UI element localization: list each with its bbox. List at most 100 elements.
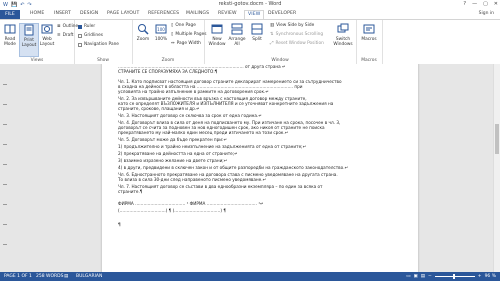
new-window-button[interactable]: New Window	[208, 23, 226, 47]
scrollbar-thumb[interactable]	[495, 124, 499, 154]
proofing-icon[interactable]: ▤	[64, 274, 68, 279]
print-layout-status-icon[interactable]: ▣	[413, 274, 417, 279]
page-width-button[interactable]: ↔ Page Width	[171, 41, 201, 46]
tab-references[interactable]: REFERENCES	[148, 11, 179, 16]
ruler-checkbox[interactable]: Ruler	[78, 24, 95, 29]
doc-line[interactable]: СТРАНИТЕ СЕ СПОРАЗУМЯХА ЗА СЛЕДНОТО:¶	[118, 69, 402, 74]
split-label: Split	[252, 37, 262, 42]
page-count[interactable]: PAGE 1 OF 1	[4, 274, 32, 279]
tab-design[interactable]: DESIGN	[80, 11, 98, 16]
multiple-pages-label: Multiple Pages	[175, 32, 207, 37]
sync-scroll-button[interactable]: ⇅ Synchronous Scrolling	[270, 32, 323, 37]
help-button[interactable]: ?	[463, 1, 466, 7]
close-button[interactable]: ✕	[494, 1, 498, 7]
navigation-pane-checkbox[interactable]: Navigation Pane	[78, 42, 119, 47]
switch-windows-button[interactable]: Switch Windows	[332, 23, 354, 47]
tab-home[interactable]: HOME	[30, 11, 44, 16]
zoom-slider[interactable]	[434, 274, 475, 279]
ruler-tick	[3, 244, 7, 245]
gridlines-check-icon	[78, 33, 82, 38]
tab-developer[interactable]: DEVELOPER	[268, 11, 296, 16]
zoom-out-icon[interactable]: −	[428, 274, 432, 279]
doc-line[interactable]: 1) продължително и трайно неизпълнение н…	[118, 144, 402, 149]
doc-line[interactable]: ¶	[118, 222, 402, 227]
zoom-label: Zoom	[136, 37, 150, 42]
zoom-button[interactable]: Zoom	[134, 23, 152, 42]
tab-file[interactable]: FILE	[0, 10, 20, 19]
vertical-scrollbar[interactable]	[493, 64, 500, 272]
tab-mailings[interactable]: MAILINGS	[186, 11, 209, 16]
doc-line[interactable]: условията на трайно изпълнение в рамките…	[118, 89, 402, 94]
tab-view[interactable]: VIEW	[244, 10, 265, 19]
macros-button[interactable]: Macros	[360, 23, 378, 42]
doc-line[interactable]: Чл. 5. Договорът може да бъде прекратен …	[118, 137, 402, 142]
print-layout-button[interactable]: Print Layout	[19, 23, 39, 57]
zoom-in-icon[interactable]: +	[478, 274, 482, 279]
zoom-level[interactable]: 96 %	[485, 274, 496, 279]
document-page[interactable]: ……………………………………………………………………………… от друга …	[102, 64, 418, 272]
read-mode-status-icon[interactable]: ▭	[406, 274, 410, 279]
language[interactable]: BULGARIAN	[76, 274, 102, 279]
ribbon-tabs: FILE HOME INSERT DESIGN PAGE LAYOUT REFE…	[0, 10, 500, 19]
switch-windows-icon	[337, 23, 349, 33]
navigation-pane-label: Navigation Pane	[84, 42, 119, 47]
new-window-label: New Window	[208, 37, 226, 47]
read-mode-button[interactable]: Read Mode	[1, 23, 19, 47]
tab-insert[interactable]: INSERT	[54, 11, 71, 16]
tab-review[interactable]: REVIEW	[218, 11, 237, 16]
zoom-100-label: 100%	[154, 37, 168, 42]
web-layout-label: Web Layout	[39, 37, 55, 47]
zoom-slider-knob[interactable]	[452, 274, 455, 279]
tab-page-layout[interactable]: PAGE LAYOUT	[107, 11, 139, 16]
ribbon: Read Mode Print Layout Web Layout ≣ Outli…	[0, 19, 500, 65]
draft-icon: ≡	[57, 33, 61, 38]
print-layout-icon	[24, 24, 34, 36]
macros-label: Macros	[361, 37, 377, 42]
doc-line[interactable]: Чл. 3. Настоящият договор се сключва за …	[118, 113, 402, 118]
gridlines-label: Gridlines	[84, 33, 104, 38]
arrange-all-button[interactable]: Arrange All	[228, 23, 246, 47]
ruler-check-icon	[78, 24, 82, 29]
word-count[interactable]: 258 WORDS	[36, 274, 63, 279]
doc-line[interactable]: прекратяването му най-малко един месец п…	[118, 130, 402, 135]
gridlines-checkbox[interactable]: Gridlines	[78, 33, 103, 38]
draft-button[interactable]: ≡ Draft	[57, 33, 73, 38]
page-width-label: Page Width	[176, 41, 201, 46]
doc-line[interactable]: (……………………………) ¶ (……………………………) ¶	[118, 208, 402, 213]
zoom-group-label: Zoom	[161, 58, 175, 63]
doc-line[interactable]: 4) в други, предвидени в сключен закон и…	[118, 165, 402, 170]
maximize-button[interactable]: ▢	[483, 1, 488, 7]
ruler-tick	[3, 224, 7, 225]
doc-line[interactable]: страните.¶	[118, 189, 402, 194]
split-icon	[251, 23, 263, 35]
view-side-by-side-button[interactable]: ▥ View Side by Side	[270, 23, 314, 28]
doc-line[interactable]: То влиза в сила 30-дни след направеното …	[118, 177, 402, 182]
doc-line[interactable]: ФИРМА ……………………………… ¹ ФИРМА ……………………………… …	[118, 201, 402, 206]
web-layout-icon	[41, 24, 53, 34]
zoom-100-icon: 100	[155, 24, 167, 34]
multiple-pages-button[interactable]: ▯ Multiple Pages	[171, 32, 206, 37]
split-button[interactable]: Split	[248, 23, 266, 42]
one-page-label: One Page	[175, 23, 196, 28]
vertical-ruler	[0, 64, 10, 272]
one-page-button[interactable]: ▯ One Page	[171, 23, 196, 28]
web-layout-status-icon[interactable]: ▤	[421, 274, 425, 279]
title-bar: W 💾 ↶ ↷ reksti-gotov.docm - Word ? — ▢ ✕	[0, 0, 500, 10]
outline-icon: ≣	[57, 24, 61, 29]
doc-line[interactable]: 3) взаимно изразено желание на двете стр…	[118, 158, 402, 163]
minimize-button[interactable]: —	[472, 1, 477, 7]
doc-line[interactable]: 2) прекратяване на дейността на една от …	[118, 151, 402, 156]
zoom-100-button[interactable]: 100 100%	[152, 23, 170, 42]
web-layout-button[interactable]: Web Layout	[38, 23, 56, 47]
status-bar: PAGE 1 OF 1 258 WORDS ▤ BULGARIAN ▭ ▣ ▤ …	[0, 272, 500, 281]
arrange-all-label: Arrange All	[228, 37, 246, 47]
document-area[interactable]: ……………………………………………………………………………… от друга …	[10, 64, 500, 272]
nav-pane-check-icon	[78, 42, 82, 47]
sync-scroll-icon: ⇅	[270, 32, 274, 37]
reset-window-position-button[interactable]: ⤢ Reset Window Position	[270, 41, 324, 46]
doc-line[interactable]: страните, срокове, плащания и др.↵	[118, 106, 402, 111]
ruler-tick	[3, 104, 7, 105]
sign-in-link[interactable]: Sign in	[479, 11, 494, 16]
ruler-label: Ruler	[84, 24, 96, 29]
one-page-icon: ▯	[171, 23, 174, 28]
